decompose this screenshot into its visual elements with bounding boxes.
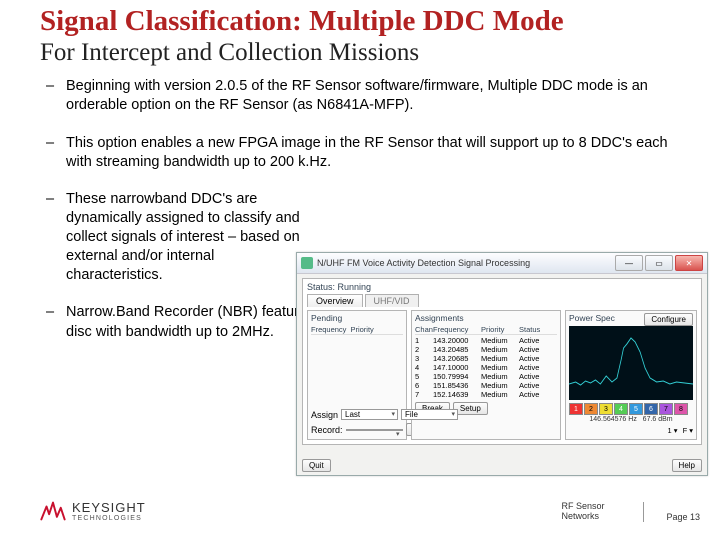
file-dropdown[interactable]: File [401, 409, 458, 420]
table-row[interactable]: 4147.10000MediumActive [415, 363, 557, 372]
assignments-pane: Assignments Chan Frequency Priority Stat… [411, 310, 561, 440]
assign-dropdown[interactable]: Last [341, 409, 398, 420]
cursor-boxes: 1 2 3 4 5 6 7 8 [569, 403, 693, 415]
brand-logo: KEYSIGHT TECHNOLOGIES [40, 500, 146, 522]
close-button[interactable]: ✕ [675, 255, 703, 271]
spectrum-plot [569, 326, 693, 400]
footer-group: RF Sensor Networks [561, 502, 621, 522]
spectrum-axis: 146.564576 Hz 67.6 dBm [569, 416, 693, 423]
tab-uhf[interactable]: UHF/VID [365, 294, 419, 307]
bullet-item: This option enables a new FPGA image in … [40, 134, 680, 172]
assignments-rows: 1143.20000MediumActive2143.20485MediumAc… [415, 336, 557, 399]
app-icon [301, 257, 313, 269]
help-button[interactable]: Help [672, 459, 702, 472]
maximize-button[interactable]: ▭ [645, 255, 673, 271]
assign-label: Assign [311, 410, 338, 420]
brand-name: KEYSIGHT [72, 500, 146, 515]
tab-overview[interactable]: Overview [307, 294, 363, 307]
col-frequency: Frequency [311, 325, 346, 334]
table-row[interactable]: 6151.85436MediumActive [415, 381, 557, 390]
keysight-icon [40, 500, 66, 522]
minimize-button[interactable]: — [615, 255, 643, 271]
spectrum-title: Power Spec [569, 313, 615, 324]
record-label: Record: [311, 425, 343, 435]
window-titlebar: N/UHF FM Voice Activity Detection Signal… [297, 253, 707, 274]
table-row[interactable]: 5150.79994MediumActive [415, 372, 557, 381]
app-window: N/UHF FM Voice Activity Detection Signal… [296, 252, 708, 476]
bullet-item: Beginning with version 2.0.5 of the RF S… [40, 77, 680, 115]
window-title: N/UHF FM Voice Activity Detection Signal… [317, 258, 613, 268]
assignments-title: Assignments [415, 313, 557, 323]
brand-sub: TECHNOLOGIES [72, 515, 146, 522]
footer-separator [643, 502, 644, 522]
status-label: Status: Running [307, 282, 697, 292]
page-number: Page 13 [666, 512, 700, 522]
table-row[interactable]: 3143.20685MediumActive [415, 354, 557, 363]
table-row[interactable]: 1143.20000MediumActive [415, 336, 557, 345]
table-row[interactable]: 2143.20485MediumActive [415, 345, 557, 354]
configure-button[interactable]: Configure [644, 313, 693, 326]
setup-button[interactable]: Setup [453, 402, 488, 415]
record-dropdown[interactable] [346, 429, 403, 431]
bullet-item: These narrowband DDC's are dynamically a… [40, 190, 306, 286]
pending-title: Pending [311, 313, 403, 323]
slide-subtitle: For Intercept and Collection Missions [40, 39, 680, 67]
slide-title: Signal Classification: Multiple DDC Mode [40, 6, 680, 37]
table-row[interactable]: 7152.14639MediumActive [415, 390, 557, 399]
quit-button[interactable]: Quit [302, 459, 331, 472]
pending-pane: Pending Frequency Priority Assign Last F… [307, 310, 407, 440]
spectrum-pane: Power Spec Configure 1 2 3 4 [565, 310, 697, 440]
col-priority: Priority [350, 325, 373, 334]
